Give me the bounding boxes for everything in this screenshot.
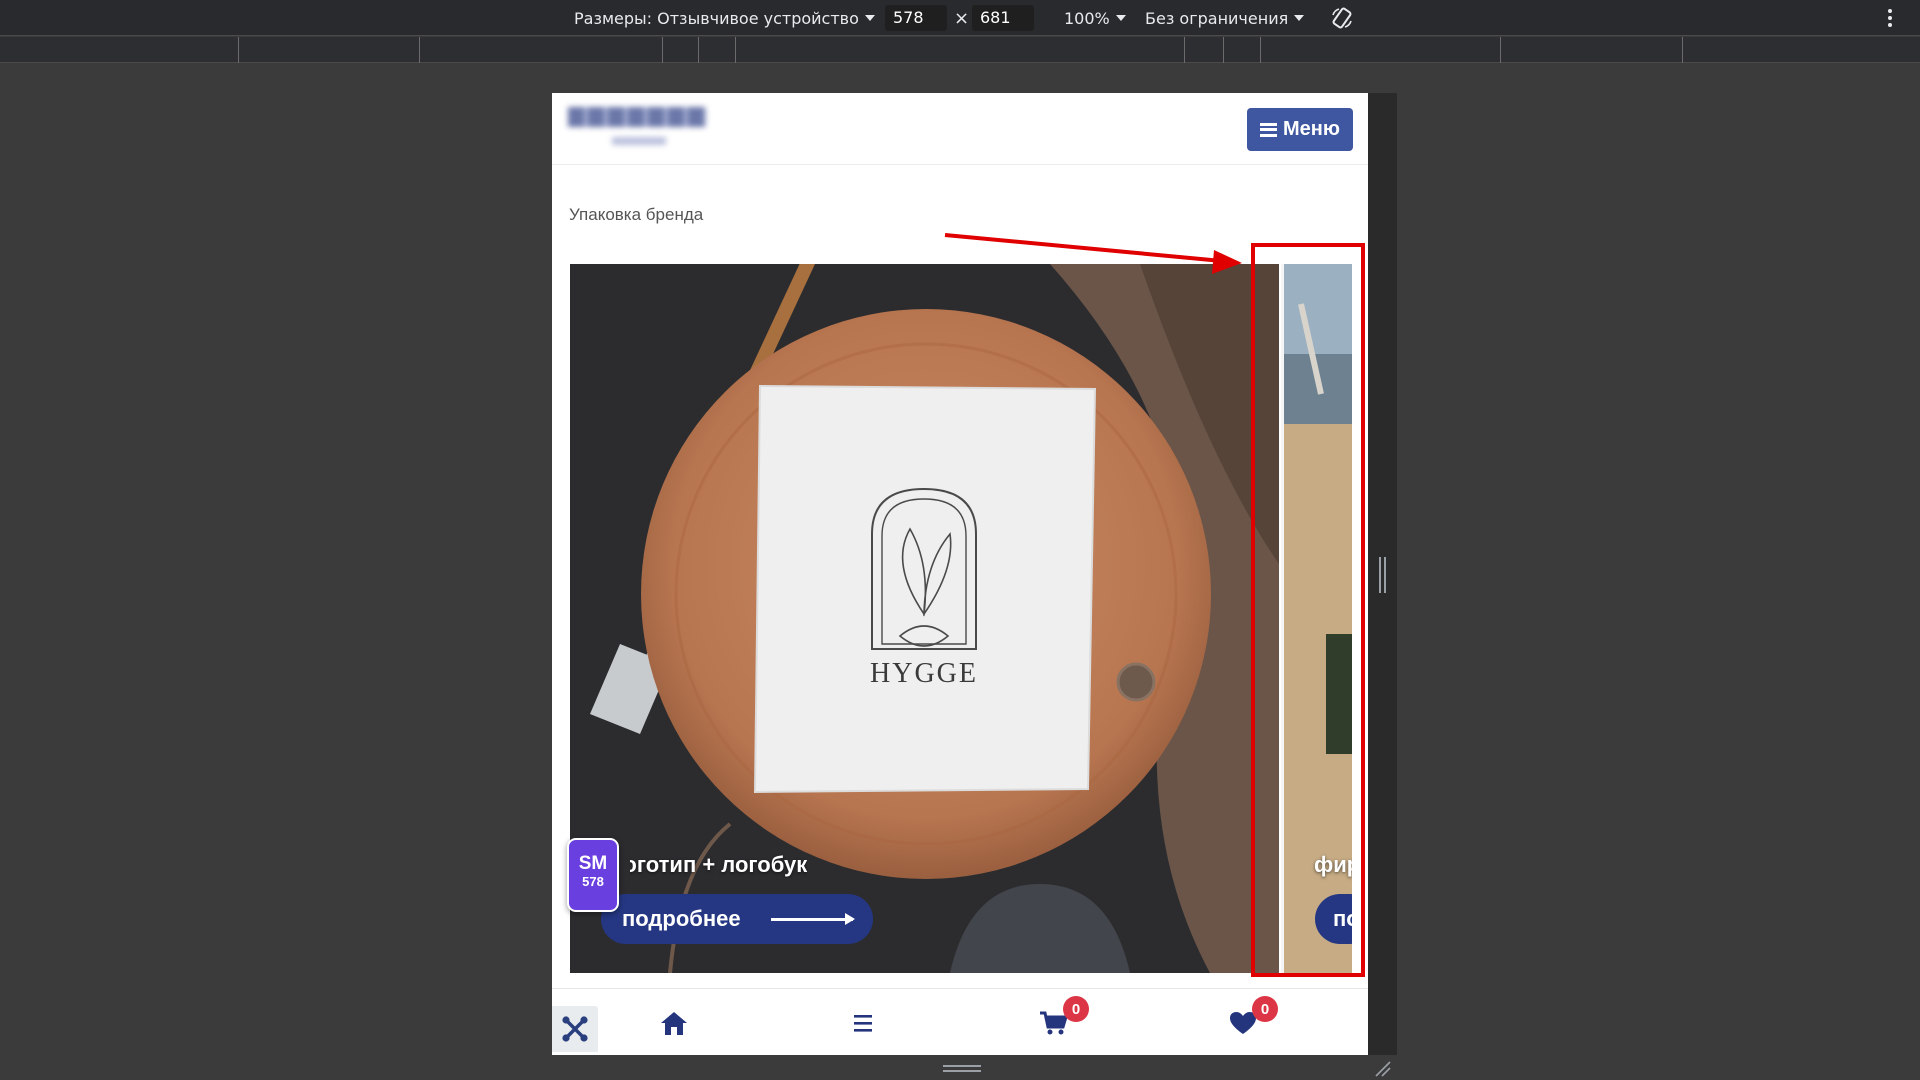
site-logo[interactable] xyxy=(562,103,712,158)
annotation-highlight-box xyxy=(1251,243,1365,977)
chevron-down-icon xyxy=(864,15,875,21)
arrow-right-icon xyxy=(771,913,855,925)
media-query-bar xyxy=(0,37,1920,63)
menu-button[interactable]: Меню xyxy=(1247,108,1353,151)
wishlist-count-badge: 0 xyxy=(1252,996,1278,1022)
devtools-device-toolbar: Размеры: Отзывчивое устройство 578 × 681… xyxy=(0,0,1920,36)
category-title: Упаковка бренда xyxy=(569,205,704,224)
rotate-icon[interactable] xyxy=(1330,6,1354,30)
throttle-dropdown[interactable]: Без ограничения xyxy=(1145,7,1305,29)
mq-divider[interactable] xyxy=(698,37,699,63)
slide-1-caption: Логотип + логобук xyxy=(608,852,808,877)
bottom-nav: 0 0 xyxy=(552,988,1368,1055)
hamburger-icon xyxy=(1260,122,1278,137)
mq-divider[interactable] xyxy=(1223,37,1224,63)
resize-handle-bottom[interactable] xyxy=(943,1065,981,1075)
mq-divider[interactable] xyxy=(1184,37,1185,63)
sm-badge-value: 578 xyxy=(582,874,604,889)
mq-divider[interactable] xyxy=(662,37,663,63)
slide-1-more-button[interactable]: подробнее xyxy=(601,894,873,944)
home-icon[interactable] xyxy=(659,1009,689,1037)
more-options-icon[interactable] xyxy=(1886,6,1894,30)
mq-divider[interactable] xyxy=(735,37,736,63)
device-frame: Меню Упаковка бренда HYGGE Логотип + лог… xyxy=(552,93,1397,1055)
mq-divider[interactable] xyxy=(419,37,420,63)
joomla-icon xyxy=(562,1016,588,1042)
cart-count-badge: 0 xyxy=(1063,996,1089,1022)
dimensions-label: Размеры: Отзывчивое устройство xyxy=(574,8,859,28)
zoom-label: 100% xyxy=(1064,8,1110,28)
zoom-dropdown[interactable]: 100% xyxy=(1064,7,1126,29)
device-viewport: Меню Упаковка бренда HYGGE Логотип + лог… xyxy=(552,93,1368,1055)
height-input[interactable]: 681 xyxy=(972,5,1034,31)
resize-corner-icon[interactable] xyxy=(1374,1060,1392,1078)
joomla-admin-toggle[interactable] xyxy=(552,1006,598,1052)
logo-tagline-blurred xyxy=(612,137,666,145)
sm-badge-label: SM xyxy=(578,853,608,874)
mq-divider[interactable] xyxy=(1682,37,1683,63)
slide-1[interactable]: HYGGE Логотип + логобук подробнее xyxy=(570,264,1279,973)
mq-divider[interactable] xyxy=(1500,37,1501,63)
dimensions-dropdown[interactable]: Размеры: Отзывчивое устройство xyxy=(574,7,875,29)
list-icon[interactable] xyxy=(848,1009,878,1037)
mq-divider[interactable] xyxy=(238,37,239,63)
times-sign: × xyxy=(954,8,970,29)
more-label: подробнее xyxy=(622,906,741,931)
hygge-logo-text: HYGGE xyxy=(870,658,978,689)
logo-blurred xyxy=(568,107,706,127)
resize-handle-right[interactable] xyxy=(1379,557,1388,593)
sm-badge[interactable]: SM 578 xyxy=(567,838,619,912)
width-input[interactable]: 578 xyxy=(885,5,947,31)
site-header: Меню xyxy=(552,93,1368,165)
chevron-down-icon xyxy=(1294,15,1305,21)
mq-divider[interactable] xyxy=(1260,37,1261,63)
throttle-label: Без ограничения xyxy=(1145,8,1289,28)
menu-label: Меню xyxy=(1283,118,1340,140)
chevron-down-icon xyxy=(1115,15,1126,21)
